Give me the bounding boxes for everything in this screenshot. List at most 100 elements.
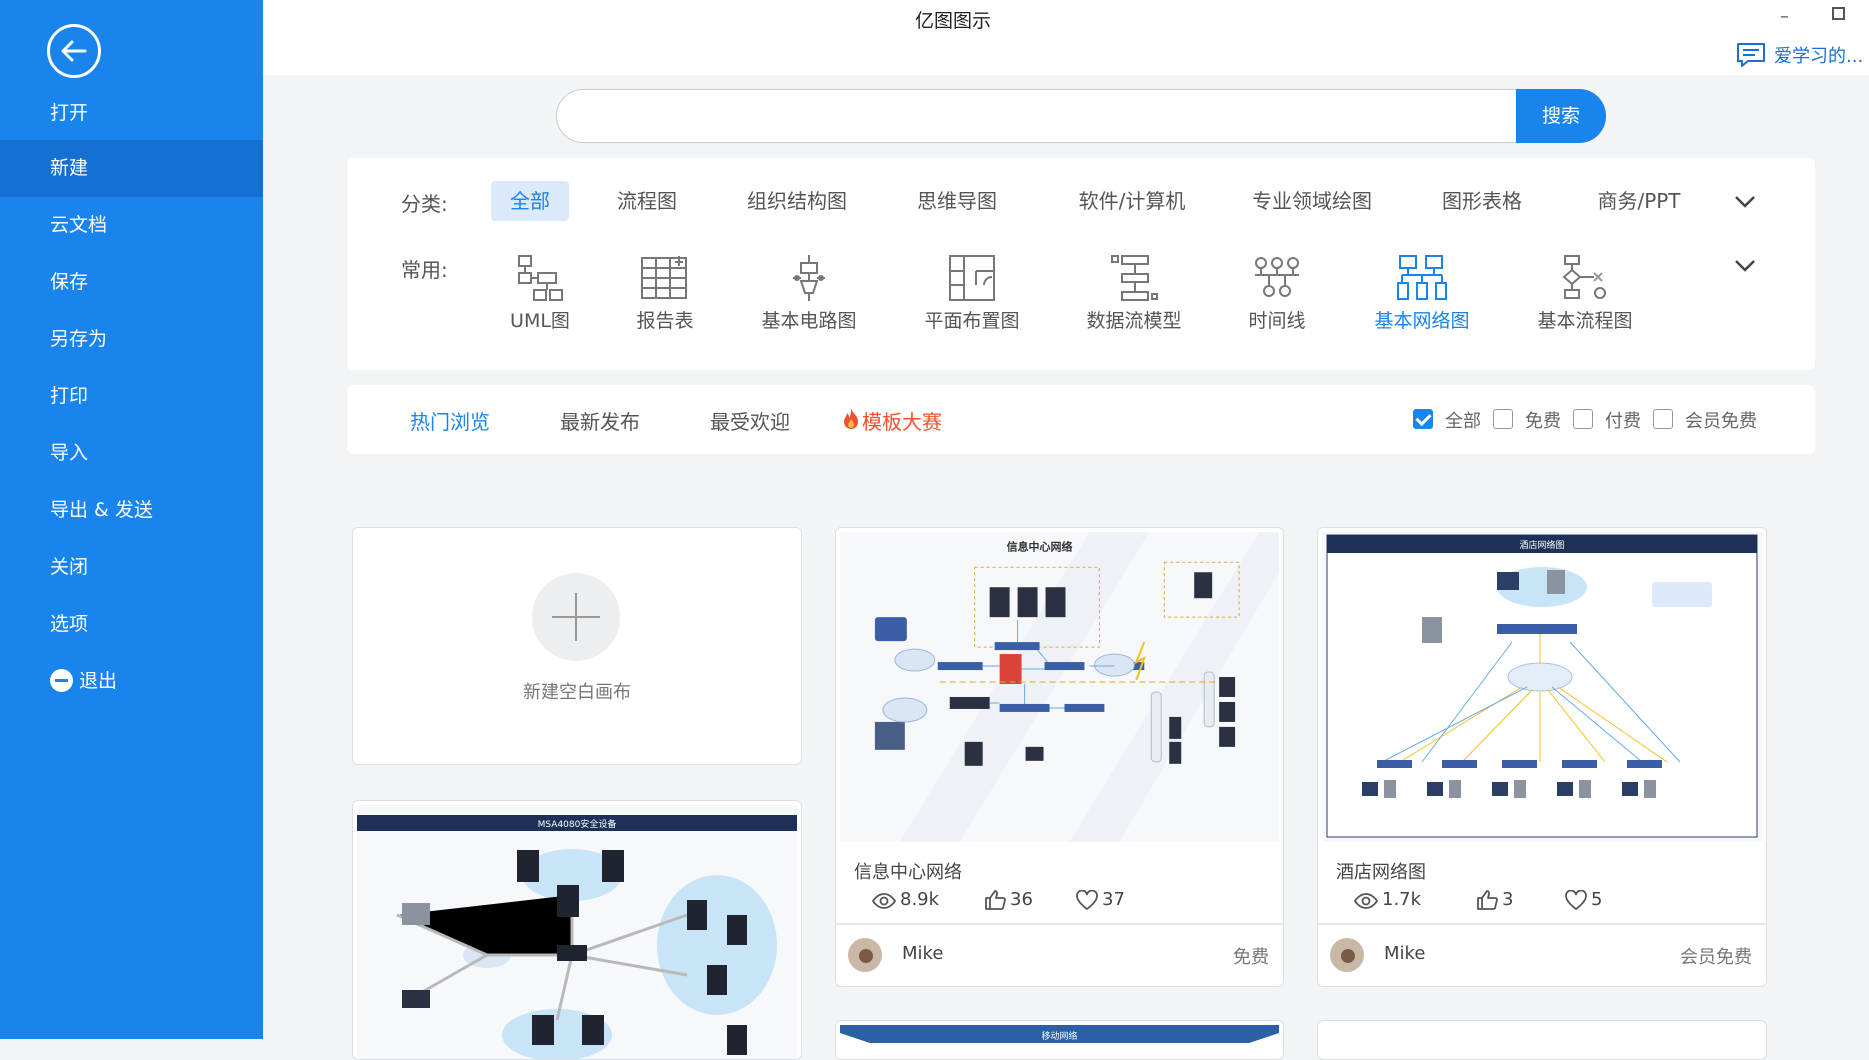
search-input[interactable] [577, 100, 1537, 132]
menu-export-send[interactable]: 导出 & 发送 [0, 482, 263, 539]
network-icon [1397, 255, 1447, 300]
common-timeline[interactable]: 时间线 [1207, 253, 1347, 333]
menu-new[interactable]: 新建 [0, 140, 263, 197]
feedback-link[interactable]: 爱学习的... [1736, 42, 1863, 68]
category-business-ppt[interactable]: 商务/PPT [1579, 181, 1699, 221]
category-org-chart[interactable]: 组织结构图 [737, 181, 857, 221]
menu-cloud-docs[interactable]: 云文档 [0, 197, 263, 254]
common-timeline-label: 时间线 [1248, 310, 1306, 332]
menu-close[interactable]: 关闭 [0, 539, 263, 596]
menu-exit-label: 退出 [79, 670, 118, 692]
minimize-button[interactable]: – [1780, 6, 1789, 27]
category-all[interactable]: 全部 [491, 181, 569, 221]
view-count: 8.9k [871, 889, 940, 910]
category-panel: 分类: 全部 流程图 组织结构图 思维导图 软件/计算机 专业领域绘图 图形表格… [347, 158, 1815, 370]
tab-latest[interactable]: 最新发布 [560, 406, 640, 435]
avatar[interactable] [1330, 938, 1364, 972]
eye-icon [1353, 893, 1379, 909]
search-button[interactable]: 搜索 [1516, 89, 1606, 143]
title-bar: 亿图图示 – 爱学习的... [263, 0, 1869, 75]
common-data-flow[interactable]: 数据流模型 [1064, 253, 1204, 333]
template-thumbnail: MSA4080安全设备 [357, 805, 797, 1059]
filter-free-checkbox[interactable] [1493, 409, 1513, 429]
menu-options[interactable]: 选项 [0, 596, 263, 653]
template-card[interactable]: 移动网络 [835, 1020, 1284, 1060]
author-name[interactable]: Mike [1384, 943, 1425, 964]
network-diagram-thumbnail: MSA4080安全设备 [357, 815, 797, 1059]
flowchart-icon [1562, 255, 1606, 299]
menu-save[interactable]: 保存 [0, 254, 263, 311]
common-uml-label: UML图 [510, 310, 570, 332]
favorite-count-value: 5 [1591, 889, 1603, 910]
common-report-label: 报告表 [636, 310, 694, 332]
filter-all-checkbox[interactable] [1413, 409, 1433, 429]
network-diagram-thumbnail: 信息中心网络 [874, 532, 1279, 842]
chevron-down-icon[interactable] [1732, 256, 1758, 276]
minus-circle-icon [50, 669, 73, 692]
filter-free-label: 免费 [1525, 411, 1561, 432]
thumbs-up-icon [1477, 890, 1498, 910]
filter-member-free-checkbox[interactable] [1653, 409, 1673, 429]
eye-icon [871, 893, 897, 909]
common-circuit[interactable]: 基本电路图 [739, 253, 879, 333]
category-mind-map[interactable]: 思维导图 [907, 181, 1007, 221]
template-card[interactable]: 酒店网络图 酒店网络图 1.7k 3 5 Mike 会员免费 [1317, 527, 1767, 987]
search-box [556, 89, 1606, 143]
new-blank-canvas-card[interactable]: 新建空白画布 [352, 527, 802, 765]
common-network-label: 基本网络图 [1374, 310, 1470, 332]
filter-paid-checkbox[interactable] [1573, 409, 1593, 429]
avatar[interactable] [848, 938, 882, 972]
view-count: 1.7k [1353, 889, 1422, 910]
menu-open[interactable]: 打开 [0, 85, 263, 142]
tab-most-popular[interactable]: 最受欢迎 [710, 406, 790, 435]
category-label: 分类: [401, 192, 448, 216]
template-card[interactable]: MSA4080安全设备 [352, 800, 802, 1060]
category-professional[interactable]: 专业领域绘图 [1242, 181, 1382, 221]
favorite-count[interactable]: 37 [1076, 889, 1125, 911]
heart-icon [1076, 889, 1098, 911]
network-diagram-thumbnail: 移动网络 [840, 1025, 1279, 1044]
tab-hot-browse[interactable]: 热门浏览 [410, 406, 490, 435]
template-card[interactable] [1317, 1020, 1767, 1060]
filter-all-label: 全部 [1445, 411, 1481, 432]
tab-template-contest[interactable]: 模板大赛 [840, 406, 942, 435]
filter-paid-label: 付费 [1605, 411, 1641, 432]
maximize-button[interactable] [1832, 7, 1845, 20]
divider [1318, 923, 1766, 925]
menu-save-as[interactable]: 另存为 [0, 311, 263, 368]
divider [836, 923, 1283, 925]
common-data-flow-label: 数据流模型 [1086, 310, 1182, 332]
chevron-down-icon[interactable] [1732, 192, 1758, 212]
heart-icon [1565, 889, 1587, 911]
filter-member-free-label: 会员免费 [1685, 411, 1757, 432]
category-software-computer[interactable]: 软件/计算机 [1062, 181, 1202, 221]
like-count[interactable]: 36 [984, 889, 1033, 910]
view-count-value: 8.9k [900, 889, 940, 910]
menu-exit[interactable]: 退出 [0, 653, 263, 710]
view-count-value: 1.7k [1382, 889, 1422, 910]
uml-icon [518, 255, 563, 301]
like-count[interactable]: 3 [1476, 889, 1513, 910]
menu-import[interactable]: 导入 [0, 425, 263, 482]
common-floor-plan-label: 平面布置图 [924, 310, 1020, 332]
new-blank-canvas-label: 新建空白画布 [523, 682, 631, 703]
common-label: 常用: [401, 258, 448, 282]
favorite-count[interactable]: 5 [1565, 889, 1603, 911]
common-uml[interactable]: UML图 [470, 253, 610, 333]
back-button[interactable] [47, 24, 101, 78]
template-thumbnail: 信息中心网络 [840, 532, 1279, 842]
common-floor-plan[interactable]: 平面布置图 [902, 253, 1042, 333]
category-flowchart[interactable]: 流程图 [607, 181, 687, 221]
menu-print[interactable]: 打印 [0, 368, 263, 425]
data-flow-icon [1111, 255, 1158, 301]
like-count-value: 3 [1502, 889, 1514, 910]
template-card[interactable]: 信息中心网络 信息中心网络 8.9k 36 37 Mike 免费 [835, 527, 1284, 987]
category-graphic-table[interactable]: 图形表格 [1432, 181, 1532, 221]
common-report[interactable]: 报告表 [595, 253, 735, 333]
plus-icon [532, 573, 620, 661]
author-name[interactable]: Mike [902, 943, 943, 964]
common-basic-flowchart[interactable]: 基本流程图 [1515, 253, 1655, 333]
common-network[interactable]: 基本网络图 [1352, 253, 1492, 333]
price-label: 会员免费 [1680, 947, 1752, 968]
circuit-icon [793, 255, 825, 301]
